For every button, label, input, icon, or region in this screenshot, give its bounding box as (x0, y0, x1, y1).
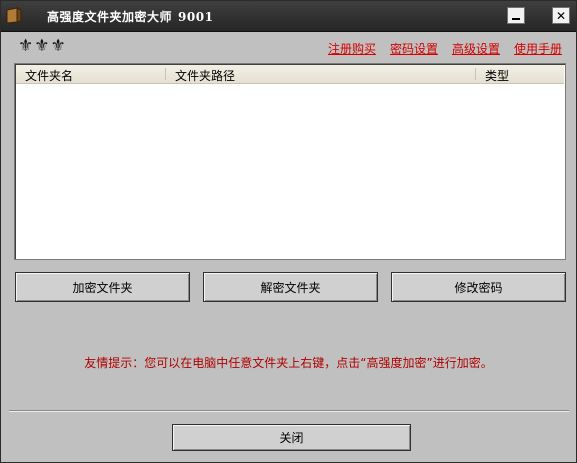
window-version: 9001 (178, 10, 214, 24)
tip-text: 友情提示：您可以在电脑中任意文件夹上右键，点击“高强度加密”进行加密。 (84, 356, 493, 370)
folder-lock-icon[interactable] (6, 7, 22, 24)
title-bar[interactable]: 高强度文件夹加密大师 9001 ✕ (1, 1, 576, 32)
column-separator[interactable] (475, 68, 476, 80)
decrypt-folder-button[interactable]: 解密文件夹 (203, 272, 378, 302)
fleur-de-lis-icon: ⚜ (34, 36, 50, 56)
decoration: ⚜ ⚜ ⚜ (18, 38, 66, 55)
change-password-button[interactable]: 修改密码 (391, 272, 566, 302)
minimize-button[interactable] (507, 7, 525, 24)
top-links: 注册购买 密码设置 高级设置 使用手册 (328, 40, 562, 57)
column-separator[interactable] (165, 68, 166, 80)
close-button[interactable]: 关闭 (172, 424, 411, 451)
list-header: 文件夹名 文件夹路径 类型 (16, 65, 564, 84)
column-header-folder-name[interactable]: 文件夹名 (25, 67, 73, 84)
main-window: 高强度文件夹加密大师 9001 ✕ ⚜ ⚜ ⚜ 注册购买 密码设置 高级设置 使用… (0, 0, 577, 463)
window-title-text: 高强度文件夹加密大师 (47, 10, 173, 24)
divider (9, 410, 569, 412)
column-header-type[interactable]: 类型 (485, 67, 509, 84)
encrypt-folder-button[interactable]: 加密文件夹 (15, 272, 190, 302)
password-settings-link[interactable]: 密码设置 (390, 40, 438, 57)
close-icon: ✕ (555, 8, 567, 23)
minimize-icon (512, 18, 520, 20)
window-title: 高强度文件夹加密大师 9001 (47, 8, 213, 25)
register-link[interactable]: 注册购买 (328, 40, 376, 57)
fleur-de-lis-icon: ⚜ (18, 36, 34, 56)
folder-list[interactable]: 文件夹名 文件夹路径 类型 (14, 63, 566, 260)
fleur-de-lis-icon: ⚜ (50, 36, 66, 56)
manual-link[interactable]: 使用手册 (514, 40, 562, 57)
column-header-folder-path[interactable]: 文件夹路径 (175, 67, 235, 84)
close-window-button[interactable]: ✕ (552, 7, 570, 24)
advanced-settings-link[interactable]: 高级设置 (452, 40, 500, 57)
